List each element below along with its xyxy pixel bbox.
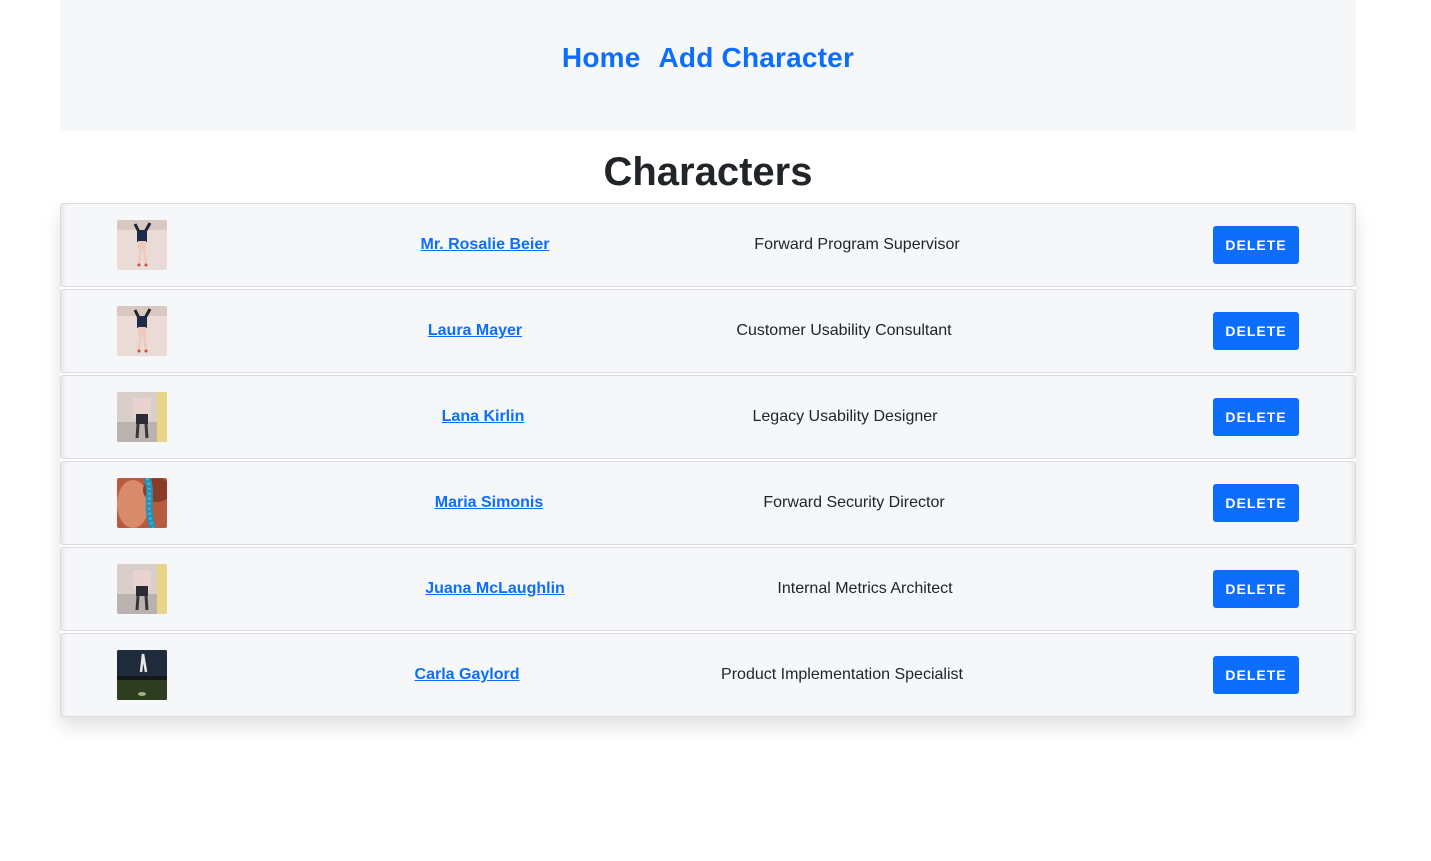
nav-home-link[interactable]: Home (562, 41, 641, 75)
character-avatar (117, 220, 167, 270)
delete-button[interactable]: DELETE (1213, 484, 1299, 522)
character-title: Customer Usability Consultant (736, 322, 952, 339)
character-name-link[interactable]: Carla Gaylord (415, 634, 520, 716)
character-name-link[interactable]: Juana McLaughlin (425, 548, 565, 630)
character-name-link[interactable]: Mr. Rosalie Beier (421, 204, 550, 286)
delete-button[interactable]: DELETE (1213, 656, 1299, 694)
character-avatar (117, 564, 167, 614)
nav-links: Home Add Character (562, 41, 854, 75)
character-avatar (117, 392, 167, 442)
page: Home Add Character Characters Mr. Rosali… (0, 0, 1431, 861)
character-row: Maria Simonis Forward Security Director … (60, 461, 1356, 545)
character-avatar (117, 478, 167, 528)
character-name-link[interactable]: Lana Kirlin (442, 376, 525, 458)
delete-button[interactable]: DELETE (1213, 312, 1299, 350)
character-avatar (117, 306, 167, 356)
delete-button[interactable]: DELETE (1213, 570, 1299, 608)
character-row: Mr. Rosalie Beier Forward Program Superv… (60, 203, 1356, 287)
character-avatar (117, 650, 167, 700)
page-title: Characters (603, 150, 813, 194)
character-title: Product Implementation Specialist (721, 666, 963, 683)
character-title: Forward Security Director (763, 494, 945, 511)
character-name-link[interactable]: Maria Simonis (435, 462, 543, 544)
character-title: Internal Metrics Architect (777, 580, 953, 597)
character-row: Lana Kirlin Legacy Usability Designer DE… (60, 375, 1356, 459)
character-row: Laura Mayer Customer Usability Consultan… (60, 289, 1356, 373)
character-list: Mr. Rosalie Beier Forward Program Superv… (60, 203, 1356, 717)
character-title: Forward Program Supervisor (754, 236, 960, 253)
character-name-link[interactable]: Laura Mayer (428, 290, 522, 372)
nav-add-character-link[interactable]: Add Character (659, 41, 855, 75)
character-title: Legacy Usability Designer (752, 408, 938, 425)
character-row: Juana McLaughlin Internal Metrics Archit… (60, 547, 1356, 631)
delete-button[interactable]: DELETE (1213, 398, 1299, 436)
character-row: Carla Gaylord Product Implementation Spe… (60, 633, 1356, 717)
top-navbar: Home Add Character (60, 0, 1356, 131)
delete-button[interactable]: DELETE (1213, 226, 1299, 264)
